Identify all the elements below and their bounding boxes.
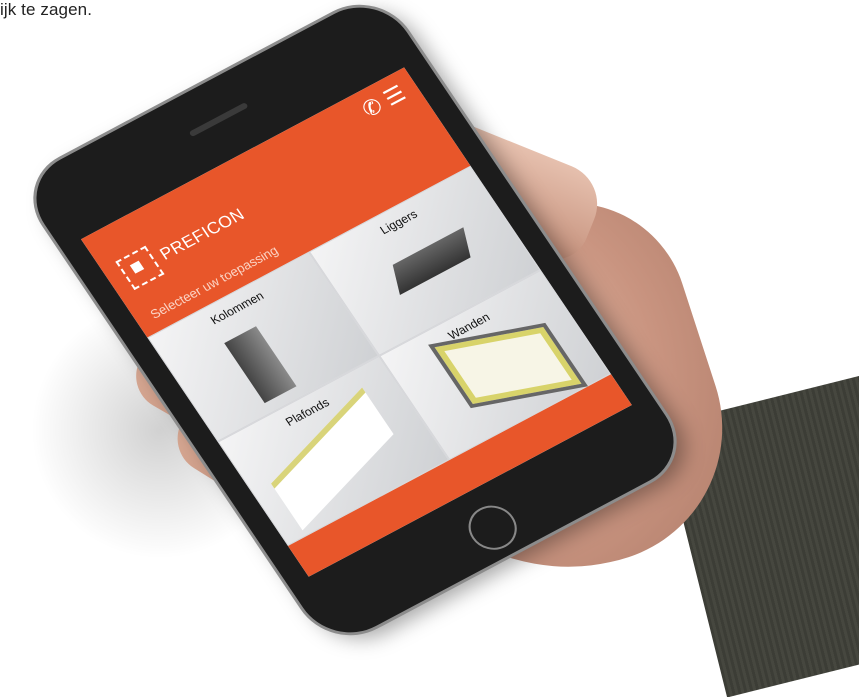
header-actions: ✆ ☰ xyxy=(357,81,411,123)
phone-speaker xyxy=(188,102,249,138)
page-caption: ijk te zagen. xyxy=(0,0,93,19)
tile-label: Liggers xyxy=(377,206,420,238)
column-image xyxy=(224,326,297,404)
home-button[interactable] xyxy=(459,497,526,558)
menu-icon[interactable]: ☰ xyxy=(379,81,410,111)
beam-image xyxy=(392,227,471,295)
brand-name: PREFICON xyxy=(156,204,249,264)
preficon-logo-icon xyxy=(115,245,165,291)
